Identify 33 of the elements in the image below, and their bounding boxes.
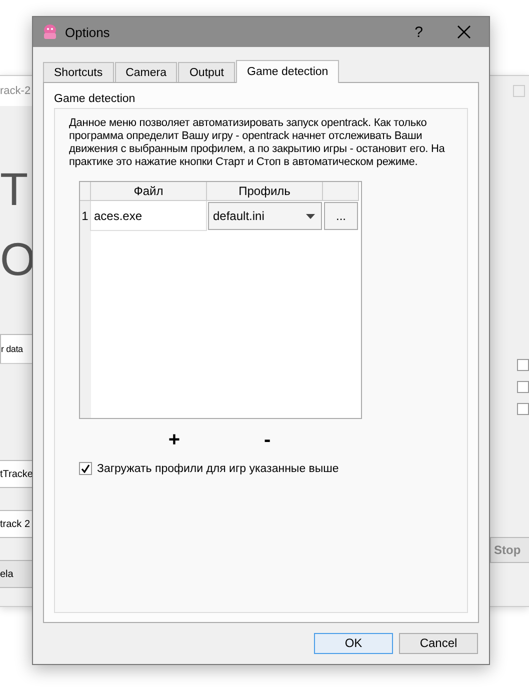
checkbox[interactable] [517,403,529,415]
window-title: Options [65,24,111,40]
group-title: Game detection [54,93,136,105]
window-title: rack-2 [0,76,34,106]
row-number: 1 [80,201,91,231]
large-label: T [0,164,30,214]
file-cell[interactable]: aces.exe [91,201,207,231]
column-header: Файл [91,182,207,201]
column-header: Профиль [207,182,323,201]
checkbox-label[interactable]: Загружать профили для игр указанные выше [97,462,339,474]
profile-dropdown[interactable]: default.ini [208,202,322,230]
tab[interactable]: Shortcuts [43,62,114,82]
text-field[interactable]: tTracke [0,460,34,488]
checkbox[interactable] [517,381,529,393]
ok-button[interactable]: OK [314,632,393,654]
caret-icon [306,214,315,218]
check-icon [81,464,90,473]
button[interactable]: ela [0,560,34,588]
cancel-button[interactable]: Cancel [399,632,478,654]
add-button[interactable]: + [162,429,186,452]
text-field[interactable]: track 2 [0,510,34,538]
tab[interactable]: Camera [114,62,178,82]
description: Данное меню позволяет автоматизировать запуск opentrack. Как только программа определит Вашу игру - opentrack начнет отслеживать Ваши движения с выбранным профилем, а по закрытию игры - остановит его. На практике это нажатие кнопки Старт и Стоп в автоматическом режиме. [69,117,446,169]
browse-button[interactable]: ... [324,202,358,230]
checkbox[interactable] [517,359,529,371]
help-button[interactable]: ? [414,24,423,40]
tab[interactable]: r data [0,334,34,364]
large-label: O [0,234,34,284]
close-icon[interactable] [457,25,471,39]
remove-button[interactable]: - [258,429,277,452]
checkbox[interactable] [79,462,92,475]
tab[interactable]: Game detection [236,60,340,83]
tab[interactable]: Output [178,62,236,82]
